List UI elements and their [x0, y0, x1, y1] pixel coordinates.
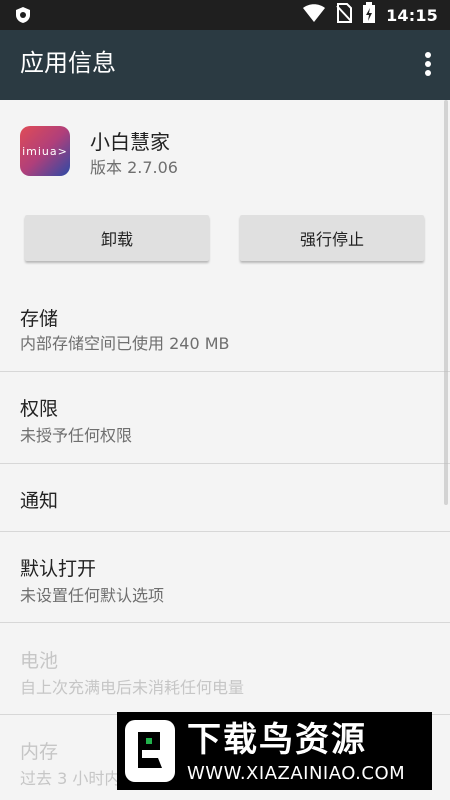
- setting-title: 电池: [20, 650, 59, 672]
- uninstall-button[interactable]: 卸载: [25, 215, 209, 261]
- clock: 14:15: [386, 5, 438, 25]
- app-bar: 应用信息: [0, 30, 450, 100]
- setting-item-storage[interactable]: 存储 内部存储空间已使用 240 MB: [0, 290, 450, 370]
- page-title: 应用信息: [20, 49, 116, 77]
- setting-subtitle: 自上次充满电后未消耗任何电量: [20, 678, 245, 697]
- setting-title: 权限: [20, 398, 59, 420]
- setting-subtitle: 内部存储空间已使用 240 MB: [20, 334, 230, 353]
- no-sim-icon: [336, 3, 353, 27]
- watermark-title: 下载鸟资源: [187, 720, 367, 760]
- app-info-content: imiua> 小白慧家 版本 2.7.06 卸载 强行停止 存储 内部存储空间已…: [0, 100, 450, 800]
- watermark-url: WWW.XIAZAINIAO.COM: [187, 763, 406, 784]
- scrollbar[interactable]: [444, 100, 448, 505]
- setting-subtitle: 未设置任何默认选项: [20, 586, 165, 605]
- setting-item-permissions[interactable]: 权限 未授予任何权限: [0, 372, 450, 462]
- wifi-icon: [302, 3, 326, 27]
- app-version: 版本 2.7.06: [90, 158, 178, 177]
- app-icon: imiua>: [20, 126, 70, 176]
- app-header: imiua> 小白慧家 版本 2.7.06: [0, 100, 450, 200]
- more-vert-icon[interactable]: [422, 50, 434, 80]
- setting-title: 通知: [20, 490, 59, 512]
- setting-item-notifications[interactable]: 通知: [0, 464, 450, 531]
- force-stop-button[interactable]: 强行停止: [240, 215, 424, 261]
- battery-charging-icon: [362, 2, 376, 28]
- setting-item-open-by-default[interactable]: 默认打开 未设置任何默认选项: [0, 532, 450, 622]
- setting-title: 存储: [20, 308, 59, 330]
- setting-title: 内存: [20, 741, 59, 763]
- status-bar: 14:15: [0, 0, 450, 30]
- app-name: 小白慧家: [90, 130, 170, 154]
- bird-logo-icon: [125, 720, 175, 782]
- shield-icon: [14, 6, 32, 24]
- setting-subtitle: 过去 3 小时内: [20, 769, 121, 788]
- setting-item-battery: 电池 自上次充满电后未消耗任何电量: [0, 623, 450, 713]
- watermark-banner: 下载鸟资源 WWW.XIAZAINIAO.COM: [117, 712, 432, 790]
- setting-title: 默认打开: [20, 558, 97, 580]
- setting-subtitle: 未授予任何权限: [20, 426, 133, 445]
